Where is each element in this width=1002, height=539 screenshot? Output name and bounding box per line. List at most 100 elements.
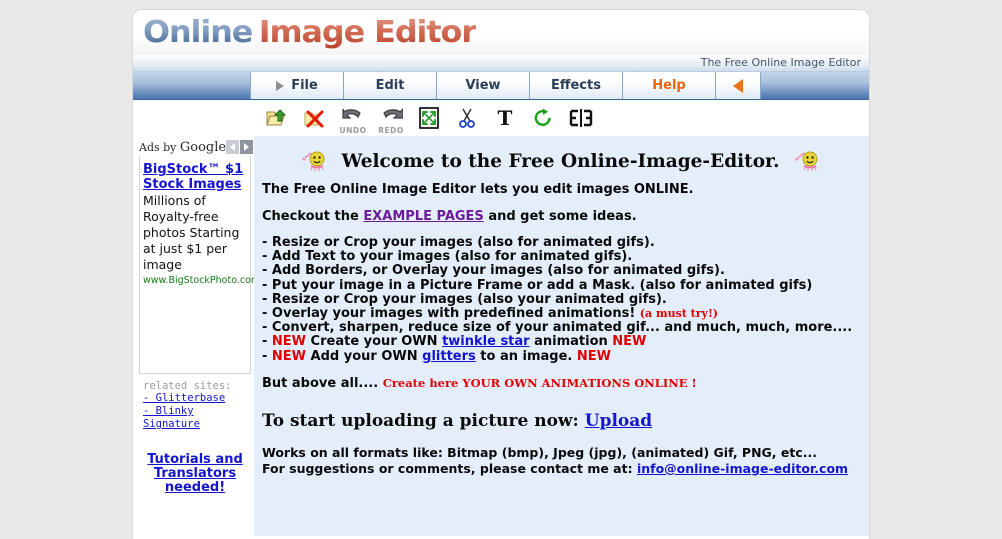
feature-item: - Add Text to your images (also for anim… <box>262 249 633 265</box>
mid-text-2: animation <box>529 334 613 350</box>
resize-icon <box>418 106 440 129</box>
related-link-glitterbase[interactable]: - Glitterbase <box>139 392 251 405</box>
menu-item-edit[interactable]: Edit <box>343 72 437 99</box>
sidebar: Ads by Google BigStock™ $1 Stock Images … <box>133 136 260 536</box>
upload-link[interactable]: Upload <box>585 411 652 431</box>
checkout-after-text: and get some ideas. <box>483 209 637 224</box>
flip-button[interactable] <box>562 101 600 134</box>
contact-before-text: For suggestions or comments, please cont… <box>262 460 637 476</box>
contact-line: For suggestions or comments, please cont… <box>262 461 859 477</box>
contact-email-link[interactable]: info@online-image-editor.com <box>637 461 848 476</box>
smiley-flower-icon-left <box>301 150 327 172</box>
menu-item-effects[interactable]: Effects <box>529 72 623 99</box>
upload-prompt-text: To start uploading a picture now: <box>262 410 579 431</box>
ads-nav <box>226 140 254 154</box>
ads-header: Ads by Google <box>139 138 254 156</box>
site-tagline: The Free Online Image Editor <box>700 56 861 69</box>
menu-spacer <box>133 72 251 99</box>
related-sites-label: related sites: <box>143 380 232 392</box>
needed-line-1: Tutorials and <box>147 452 243 467</box>
menu-collapse-button[interactable] <box>715 72 761 99</box>
tool-bar: UNDO REDO T <box>133 100 869 136</box>
menu-item-edit-label: Edit <box>375 78 405 93</box>
open-folder-button[interactable] <box>258 101 296 134</box>
needed-line-3: needed! <box>164 480 226 495</box>
mid-text: Add your OWN <box>306 348 423 364</box>
checkout-before-text: Checkout the <box>262 209 364 224</box>
feature-item: - Convert, sharpen, reduce size of your … <box>262 320 853 336</box>
intro-text: The Free Online Image Editor lets you ed… <box>262 182 694 197</box>
menu-item-effects-label: Effects <box>551 78 601 93</box>
feature-item-new-glitters: - NEW Add your OWN glitters to an image.… <box>262 348 859 364</box>
play-triangle-icon <box>276 80 285 91</box>
menu-item-help-label: Help <box>652 78 686 93</box>
feature-item-new-twinkle: - NEW Create your OWN twinkle star anima… <box>262 335 859 349</box>
page-title: Welcome to the Free Online-Image-Editor. <box>341 150 780 172</box>
triangle-left-icon <box>733 78 743 93</box>
tutorials-translators-needed-link[interactable]: Tutorials and Translators needed! <box>139 453 251 495</box>
upload-prompt-line: To start uploading a picture now: Upload <box>262 411 859 431</box>
twinkle-star-link[interactable]: twinkle star <box>442 334 530 349</box>
text-button[interactable]: T <box>486 101 524 134</box>
google-wordmark: Google <box>179 139 227 155</box>
ad-url[interactable]: www.BigStockPhoto.com <box>143 275 260 286</box>
ad-title-line2[interactable]: Stock Images <box>143 177 247 192</box>
new-badge: NEW <box>271 334 307 350</box>
mid-text: Create your OWN <box>306 334 443 350</box>
redo-label: REDO <box>378 126 404 135</box>
crop-scissors-icon <box>457 107 477 129</box>
rotate-icon <box>532 107 554 129</box>
tagline-band: The Free Online Image Editor <box>133 55 869 72</box>
menu-item-file[interactable]: File <box>250 72 344 99</box>
create-animations-callout: Create here YOUR OWN ANIMATIONS ONLINE ! <box>382 375 697 390</box>
checkout-line: Checkout the EXAMPLE PAGES and get some … <box>262 209 859 224</box>
menu-item-view[interactable]: View <box>436 72 530 99</box>
example-pages-link[interactable]: EXAMPLE PAGES <box>363 209 483 224</box>
delete-button[interactable] <box>296 101 334 134</box>
menu-item-view-label: View <box>465 78 501 93</box>
logo-text-image-editor: Image Editor <box>258 15 477 50</box>
new-badge: NEW <box>612 334 647 350</box>
mid-text-2: to an image. <box>475 348 577 364</box>
must-try-note: (a must try!) <box>639 307 718 321</box>
rotate-button[interactable] <box>524 101 562 134</box>
crop-button[interactable] <box>448 101 486 134</box>
above-all-line: But above all.... Create here YOUR OWN A… <box>262 376 859 391</box>
svg-text:T: T <box>498 107 513 129</box>
related-link-blinky-signature[interactable]: - Blinky Signature <box>139 405 251 431</box>
chevron-left-icon <box>230 143 236 151</box>
text-icon: T <box>495 107 515 129</box>
dash: - <box>262 348 272 364</box>
menu-item-help[interactable]: Help <box>622 72 716 99</box>
menu-bar: File Edit View Effects Help <box>133 72 869 100</box>
new-badge: NEW <box>271 348 307 364</box>
undo-button[interactable]: UNDO <box>334 101 372 135</box>
menu-items: File Edit View Effects Help <box>250 72 761 99</box>
site-header: Online Image Editor <box>133 10 869 55</box>
content-panel: Welcome to the Free Online-Image-Editor. <box>254 136 869 536</box>
formats-text: Works on all formats like: Bitmap (bmp),… <box>262 444 818 460</box>
redo-button[interactable]: REDO <box>372 101 410 135</box>
undo-icon <box>341 108 365 128</box>
feature-item: - Put your image in a Picture Frame or a… <box>262 277 813 293</box>
ads-by-google-label: Ads by Google <box>139 140 226 155</box>
resize-button[interactable] <box>410 101 448 134</box>
feature-list: - Resize or Crop your images (also for a… <box>262 235 859 364</box>
ads-prev-button[interactable] <box>226 140 240 154</box>
app-window: Online Image Editor The Free Online Image… <box>133 10 869 539</box>
smiley-flower-icon-right <box>794 150 820 172</box>
feature-item: - Resize or Crop your images (also your … <box>262 291 667 307</box>
ads-next-button[interactable] <box>240 140 254 154</box>
ad-body-text: Millions of Royalty-free photos Starting… <box>143 193 240 272</box>
open-folder-icon <box>266 107 288 129</box>
site-logo[interactable]: Online Image Editor <box>143 15 477 50</box>
menu-item-file-label: File <box>291 78 318 93</box>
dash: - <box>262 334 272 350</box>
glitters-link[interactable]: glitters <box>422 349 476 364</box>
ad-title-line1[interactable]: BigStock™ $1 <box>143 162 247 177</box>
needed-line-2: Translators <box>153 466 237 481</box>
welcome-header: Welcome to the Free Online-Image-Editor. <box>262 150 859 172</box>
feature-item: - Resize or Crop your images (also for a… <box>262 235 655 250</box>
delete-icon <box>304 107 326 129</box>
ad-box[interactable]: BigStock™ $1 Stock Images Millions of Ro… <box>139 156 260 374</box>
